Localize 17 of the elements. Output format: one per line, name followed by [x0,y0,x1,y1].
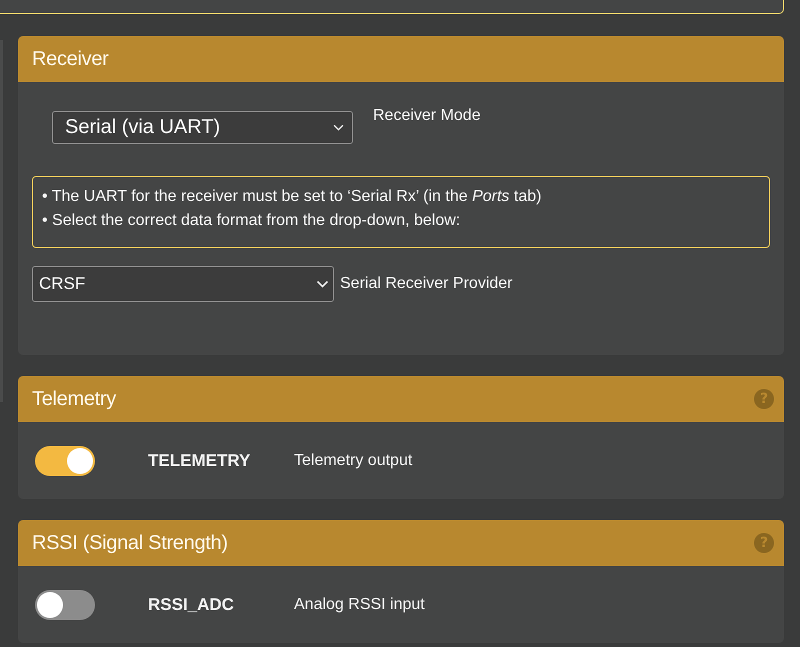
toggle-switch[interactable] [35,446,95,476]
panel-title: Receiver [32,48,109,70]
toggle-switch[interactable] [35,590,95,620]
chevron-down-icon [333,124,344,131]
field-label: Receiver Mode [373,107,481,125]
panel-title: RSSI (Signal Strength) [32,532,228,554]
note-text: • The UART for the receiver must be set to ‘Serial Rx’ (in the Ports tab) [42,187,542,207]
select-field[interactable]: Serial (via UART) [52,111,353,144]
select-field[interactable]: CRSF [32,266,334,302]
feature-name: RSSI_ADC [148,594,235,614]
feature-description: Analog RSSI input [294,596,425,614]
feature-description: Telemetry output [294,452,412,470]
note-text: • Select the correct data format from the drop-down, below: [42,211,462,231]
panel-title: Telemetry [32,388,116,410]
chevron-down-icon [316,280,329,288]
field-label: Serial Receiver Provider [340,275,513,293]
feature-name: TELEMETRY [148,450,252,470]
